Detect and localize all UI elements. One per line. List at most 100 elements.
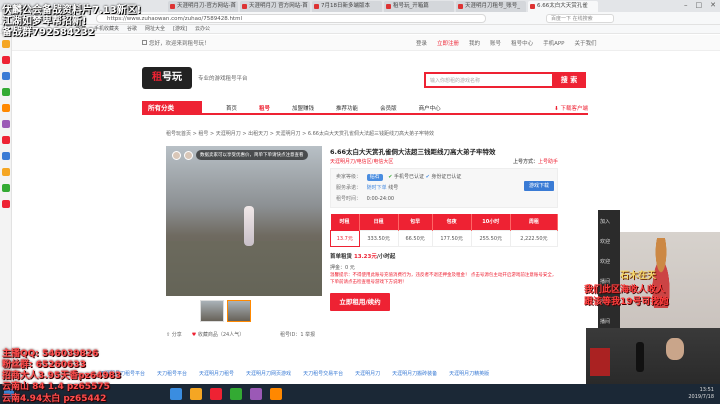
url-input[interactable]: https://www.zuhaowan.com/zuhao/7589428.h… [96, 14, 486, 23]
sidebar-app-icon[interactable] [2, 120, 10, 128]
rent-price[interactable]: 2,222.50元 [509, 229, 559, 247]
bookmarks-bar: 收藏 手机收藏夹 谷歌 网址大全 [游戏] 云办公 [0, 25, 720, 34]
taskbar-app-icon[interactable] [250, 388, 262, 400]
sidebar-app-icon[interactable] [2, 200, 10, 208]
share-link[interactable]: ⇪ 分享 [166, 331, 182, 338]
browser-tab[interactable]: 租号玩_开箱篇 [384, 1, 454, 12]
sidebar-app-icon[interactable] [2, 168, 10, 176]
taskbar-app-icon[interactable] [230, 388, 242, 400]
rent-header[interactable]: 包早 [398, 214, 433, 230]
browser-tab[interactable]: 天涯明月刀租号_账号_ [456, 1, 526, 12]
rent-price[interactable]: 333.50元 [358, 229, 399, 247]
nav-item-home[interactable]: 首页 [226, 104, 237, 112]
sidebar-app-icon[interactable] [2, 152, 10, 160]
minimize-icon[interactable]: – [684, 1, 688, 9]
footer-link[interactable]: 天涯明月刀精英版 [449, 370, 489, 377]
bookmark-item[interactable]: 谷歌 [127, 25, 137, 33]
login-link[interactable]: 登录 [416, 39, 427, 47]
browser-tab[interactable]: 7月18日新多端版本 [312, 1, 382, 12]
tab-favicon-icon [242, 4, 247, 9]
close-icon[interactable]: ✕ [710, 1, 716, 9]
rent-header[interactable]: 包夜 [432, 214, 472, 230]
download-client-link[interactable]: ⬇ 下载客户端 [554, 104, 588, 112]
footer-link[interactable]: 天涯明月刀租号 [199, 370, 234, 377]
search-button[interactable]: 搜 索 [552, 72, 586, 88]
browser-tab[interactable]: 天涯明月刀-官方网站-首 [168, 1, 238, 12]
first-order-discount: 首单租赁 13.23元/小时起 [330, 254, 396, 260]
account-link[interactable]: 账号 [490, 39, 501, 47]
bookmark-item[interactable]: 云办公 [195, 25, 210, 33]
sidebar-app-icon[interactable] [2, 56, 10, 64]
game-scene [166, 241, 322, 296]
sidebar-app-icon[interactable] [2, 136, 10, 144]
webcam-object [590, 348, 610, 376]
sidebar-app-icon[interactable] [2, 72, 10, 80]
rent-center-link[interactable]: 租号中心 [511, 39, 533, 47]
product-subtitle[interactable]: 天涯明月刀/电信区/电信大区 [330, 158, 393, 165]
thumbnail-selected[interactable] [227, 300, 251, 322]
rent-header[interactable]: 时租 [330, 214, 360, 230]
browser-tab[interactable]: 天涯明月刀 官方网站-首 [240, 1, 310, 12]
service-row: 服务承诺： 随时下单 线号 [336, 185, 399, 191]
app-link[interactable]: 手机APP [543, 39, 564, 47]
rent-price[interactable]: 177.50元 [431, 229, 472, 247]
nav-item-join[interactable]: 加盟赚钱 [292, 104, 314, 112]
register-link[interactable]: 立即注册 [437, 39, 459, 47]
browser-search-input[interactable]: 百度一下 在线搜索 [546, 14, 614, 23]
system-clock[interactable]: 13:51 2019/7/18 [688, 387, 714, 401]
site-search-input[interactable]: 输入你想租的游戏名称 [424, 72, 552, 88]
report-link[interactable]: 租号ID：1 举报 [280, 331, 315, 338]
footer-link[interactable]: 天涯明月刀搬砖装备 [392, 370, 437, 377]
sidebar-app-icon[interactable] [2, 88, 10, 96]
my-link[interactable]: 我的 [469, 39, 480, 47]
rent-header[interactable]: 周租 [510, 214, 559, 230]
microphone [636, 342, 644, 372]
sidebar-app-icon[interactable] [2, 184, 10, 192]
about-link[interactable]: 关于我们 [574, 39, 596, 47]
rent-header[interactable]: 日租 [359, 214, 399, 230]
footer-link[interactable]: 天刀租号交易平台 [303, 370, 343, 377]
rent-header[interactable]: 10小时 [471, 214, 511, 230]
site-logo[interactable]: 租号玩 专业的游戏租号平台 [142, 66, 248, 90]
nav-item-vip[interactable]: 会员版 [380, 104, 397, 112]
nav-items: 首页 租号 加盟赚钱 推荐功能 会员版 商户中心 [226, 104, 441, 112]
taskbar-app-icon[interactable] [190, 388, 202, 400]
tab-favicon-icon [170, 4, 175, 9]
rent-price[interactable]: 255.50元 [470, 229, 511, 247]
tab-favicon-icon [458, 4, 463, 9]
browser-tab-active[interactable]: 6.66太白大天赏孔雀 [528, 1, 598, 12]
taskbar-app-icon[interactable] [270, 388, 282, 400]
rent-now-button[interactable]: 立即租用/续约 [330, 293, 390, 311]
streamer-face [666, 338, 684, 360]
game-download-button[interactable]: 游戏下载 [524, 181, 554, 191]
thumbnail[interactable] [200, 300, 224, 322]
overlay-text: 石木在天 [620, 271, 657, 281]
warning-text: 温馨提示：不得使用此账号充值消费行为，违反者不退还押金及租金！ 点击号源包主动开… [330, 273, 557, 285]
maximize-icon[interactable]: □ [696, 1, 703, 9]
footer-link[interactable]: 天涯明月刀网页游戏 [246, 370, 291, 377]
product-video[interactable]: 数据卖家可以享受优惠价，简单下单请快点注意查看 [166, 146, 322, 296]
nav-item-recommend[interactable]: 推荐功能 [336, 104, 358, 112]
bookmark-item[interactable]: 网址大全 [145, 25, 165, 33]
footer-link[interactable]: 天涯明月刀 [355, 370, 380, 377]
media-actions: ⇪ 分享 ♥ 收藏商品（24人气） [166, 331, 244, 338]
sidebar-app-icon[interactable] [2, 104, 10, 112]
taskbar-app-icon[interactable] [170, 388, 182, 400]
rent-price[interactable]: 66.50元 [397, 229, 433, 247]
favorite-link[interactable]: ♥ 收藏商品（24人气） [192, 331, 244, 338]
chat-line: 加入 [600, 219, 611, 225]
avatar [184, 150, 193, 160]
nav-item-merchant[interactable]: 商户中心 [419, 104, 441, 112]
home-icon [142, 40, 147, 45]
sidebar-app-icon[interactable] [2, 40, 10, 48]
footer-link[interactable]: 天刀租号平台 [157, 370, 187, 377]
bookmark-item[interactable]: [游戏] [173, 25, 187, 33]
taskbar-app-icon[interactable] [210, 388, 222, 400]
rent-price-selected[interactable]: 13.7元 [330, 229, 360, 247]
bookmark-item[interactable]: 手机收藏夹 [94, 25, 119, 33]
greeting: 您好，欢迎来到租号玩！ [142, 39, 210, 47]
all-categories-button[interactable]: 所有分类 [142, 101, 202, 115]
nav-item-rent[interactable]: 租号 [259, 104, 270, 112]
time-row: 租号时间： 0:00-24:00 [336, 196, 395, 202]
top-links: 登录 立即注册 我的 账号 租号中心 手机APP 关于我们 [416, 39, 597, 47]
